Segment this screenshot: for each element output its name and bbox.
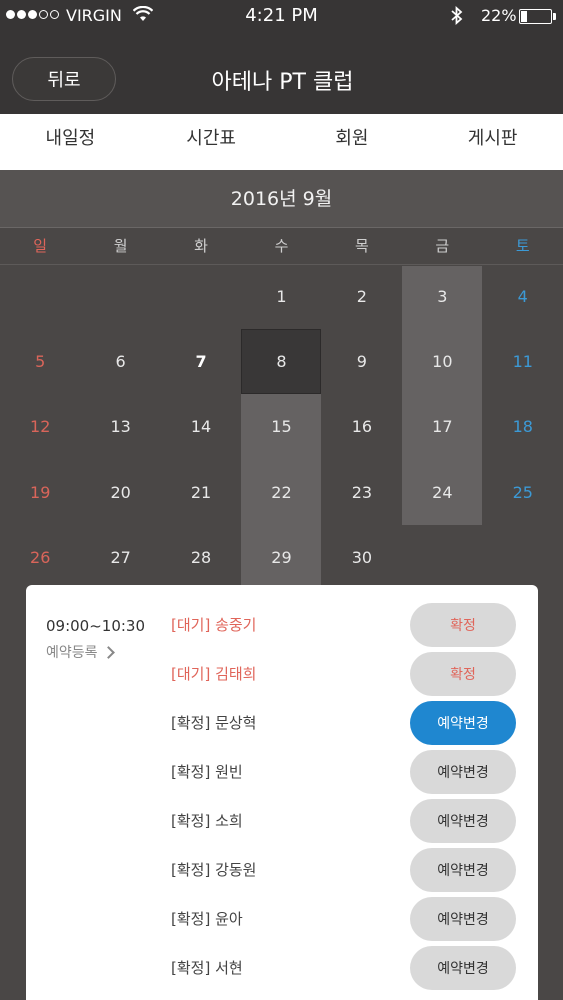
calendar-day-9[interactable]: 9: [322, 331, 402, 396]
tab-timetable[interactable]: 시간표: [141, 114, 282, 170]
calendar-day-21[interactable]: 21: [161, 462, 241, 527]
change-reservation-button[interactable]: 예약변경: [410, 946, 516, 990]
member-name: [대기] 김태희: [171, 665, 257, 683]
bluetooth-icon: [451, 5, 463, 29]
reservation-row: [확정] 강동원 예약변경: [171, 848, 516, 892]
reservation-row: [확정] 문상혁 예약변경: [171, 701, 516, 745]
register-reservation-link[interactable]: 예약등록: [46, 642, 115, 662]
reservation-row: [확정] 윤아 예약변경: [171, 897, 516, 941]
change-reservation-button[interactable]: 예약변경: [410, 897, 516, 941]
calendar-day-29[interactable]: 29: [241, 527, 321, 592]
calendar-day-10[interactable]: 10: [402, 331, 482, 396]
header-bar: VIRGIN 4:21 PM 22% 뒤로 아테나 PT 클럽: [0, 0, 563, 114]
calendar-day-27[interactable]: 27: [80, 527, 160, 592]
member-name: [확정] 강동원: [171, 861, 257, 879]
member-name: [확정] 원빈: [171, 763, 243, 781]
change-reservation-button[interactable]: 예약변경: [410, 750, 516, 794]
calendar-day-6[interactable]: 6: [80, 331, 160, 396]
weekday-tuesday: 화: [194, 237, 208, 255]
member-name: [확정] 소희: [171, 812, 243, 830]
member-name: [확정] 서현: [171, 959, 243, 977]
calendar-day-8[interactable]: 8: [241, 331, 321, 396]
calendar-day-26[interactable]: 26: [0, 527, 80, 592]
weekday-thursday: 목: [354, 237, 369, 255]
weekday-friday: 금: [435, 237, 450, 255]
calendar-day-1[interactable]: 1: [241, 266, 321, 331]
calendar-day-11[interactable]: 11: [483, 331, 563, 396]
calendar-day-14[interactable]: 14: [161, 396, 241, 461]
tab-board[interactable]: 게시판: [422, 114, 563, 170]
calendar-empty-cell: [80, 266, 160, 331]
slot-time: 09:00~10:30: [46, 617, 146, 635]
tab-members[interactable]: 회원: [282, 114, 423, 170]
calendar-day-13[interactable]: 13: [80, 396, 160, 461]
register-reservation-label: 예약등록: [46, 645, 98, 661]
tab-bar: 내일정 시간표 회원 게시판: [0, 114, 563, 176]
weekday-monday: 월: [113, 237, 128, 255]
reservation-row: [확정] 원빈 예약변경: [171, 750, 516, 794]
calendar-day-28[interactable]: 28: [161, 527, 241, 592]
battery-nub: [553, 13, 556, 20]
tab-my-schedule[interactable]: 내일정: [0, 114, 141, 176]
calendar-day-12[interactable]: 12: [0, 396, 80, 461]
chevron-right-icon: [101, 645, 115, 659]
change-reservation-button[interactable]: 예약변경: [410, 799, 516, 843]
change-reservation-button[interactable]: 예약변경: [410, 701, 516, 745]
calendar-empty-cell: [402, 527, 482, 592]
weekday-header: 일 월 화 수 목 금 토: [0, 229, 563, 265]
change-reservation-button[interactable]: 예약변경: [410, 848, 516, 892]
weekday-sunday: 일: [33, 237, 48, 255]
status-bar: VIRGIN 4:21 PM 22%: [0, 0, 563, 32]
calendar-day-25[interactable]: 25: [483, 462, 563, 527]
reservation-row: [확정] 서현 예약변경: [171, 946, 516, 990]
month-label: 2016년 9월: [0, 170, 563, 228]
weekday-wednesday: 수: [274, 237, 289, 255]
page-title: 아테나 PT 클럽: [211, 70, 354, 95]
battery-percentage: 22%: [481, 6, 517, 25]
calendar-day-15[interactable]: 15: [241, 396, 321, 461]
confirm-button[interactable]: 확정: [410, 652, 516, 696]
calendar-day-5[interactable]: 5: [0, 331, 80, 396]
calendar-day-30[interactable]: 30: [322, 527, 402, 592]
calendar-day-24[interactable]: 24: [402, 462, 482, 527]
confirm-button[interactable]: 확정: [410, 603, 516, 647]
weekday-saturday: 토: [515, 237, 530, 255]
calendar-day-22[interactable]: 22: [241, 462, 321, 527]
calendar-empty-cell: [0, 266, 80, 331]
battery-icon: [519, 9, 552, 24]
reservation-row: [대기] 송중기 확정: [171, 603, 516, 647]
status-time: 4:21 PM: [245, 5, 318, 26]
calendar-day-19[interactable]: 19: [0, 462, 80, 527]
reservation-row: [확정] 소희 예약변경: [171, 799, 516, 843]
calendar-day-2[interactable]: 2: [322, 266, 402, 331]
member-name: [확정] 문상혁: [171, 714, 257, 732]
calendar-day-18[interactable]: 18: [483, 396, 563, 461]
calendar-day-16[interactable]: 16: [322, 396, 402, 461]
calendar-day-23[interactable]: 23: [322, 462, 402, 527]
calendar-day-17[interactable]: 17: [402, 396, 482, 461]
calendar-empty-cell: [483, 527, 563, 592]
calendar-day-7[interactable]: 7: [161, 331, 241, 396]
reservation-panel: 09:00~10:30 예약등록 [대기] 송중기 확정 [대기] 김태희 확정…: [26, 585, 538, 1000]
calendar-day-4[interactable]: 4: [483, 266, 563, 331]
calendar-day-20[interactable]: 20: [80, 462, 160, 527]
reservation-row: [대기] 김태희 확정: [171, 652, 516, 696]
member-name: [대기] 송중기: [171, 616, 257, 634]
calendar-day-3[interactable]: 3: [402, 266, 482, 331]
member-name: [확정] 윤아: [171, 910, 243, 928]
calendar-grid: 1 2 3 4 5 6 7 8 9 10 11 12 13 14 15 16 17 18 19 20 21 22 23 24 2…: [0, 266, 563, 586]
calendar-empty-cell: [161, 266, 241, 331]
